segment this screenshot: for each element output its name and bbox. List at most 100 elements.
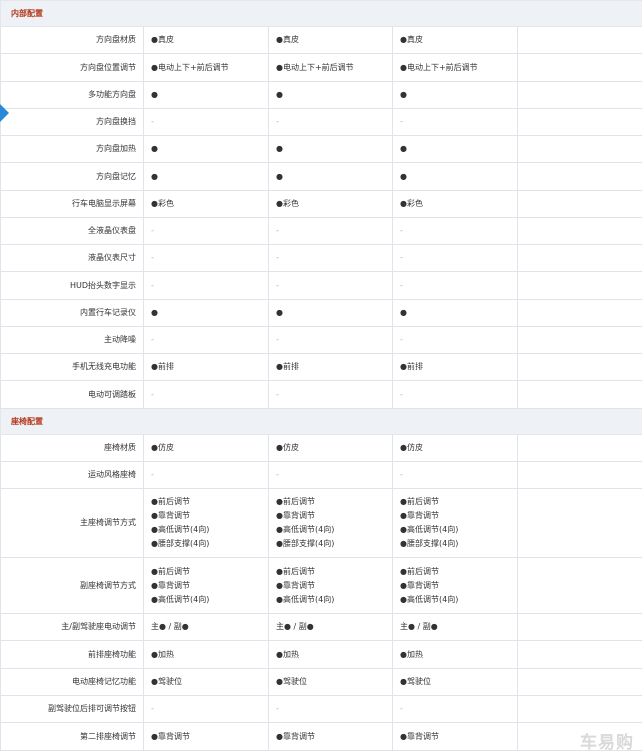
value-cell: ● bbox=[268, 81, 393, 109]
value-cell bbox=[516, 488, 642, 558]
value-cell bbox=[516, 108, 642, 136]
value-cell bbox=[516, 640, 642, 669]
value-cell: - bbox=[143, 461, 269, 489]
value-cell: - bbox=[268, 326, 393, 354]
value-line: ●靠背调节 bbox=[151, 511, 190, 520]
row-label: 方向盘换挡 bbox=[0, 108, 144, 136]
value-line: ●前后调节 bbox=[151, 566, 190, 576]
row-label: 行车电脑显示屏幕 bbox=[0, 190, 144, 218]
value-cell: - bbox=[268, 695, 393, 723]
row-label: 方向盘记忆 bbox=[0, 162, 144, 191]
value-line: ●腰部支撑(4向) bbox=[276, 539, 335, 548]
table-row: 第二排座椅调节 ●靠背调节 ●靠背调节 ●靠背调节 bbox=[0, 722, 642, 751]
value-cell bbox=[516, 299, 642, 327]
table-row: 方向盘材质 ●真皮 ●真皮 ●真皮 bbox=[0, 26, 642, 54]
table-row: 电动可调踏板 - - - bbox=[0, 380, 642, 409]
value-line: ●高低调节(4向) bbox=[276, 525, 335, 534]
value-line: ●前后调节 bbox=[276, 566, 315, 576]
table-row: HUD抬头数字显示 - - - bbox=[0, 271, 642, 300]
value-cell: - bbox=[143, 380, 269, 409]
value-cell bbox=[516, 162, 642, 191]
row-label: 电动座椅记忆功能 bbox=[0, 668, 144, 696]
value-cell bbox=[516, 668, 642, 696]
table-row: 行车电脑显示屏幕 ●彩色 ●彩色 ●彩色 bbox=[0, 190, 642, 218]
row-label: 主座椅调节方式 bbox=[0, 488, 144, 558]
row-label: HUD抬头数字显示 bbox=[0, 271, 144, 300]
table-row: 方向盘换挡 - - - bbox=[0, 108, 642, 136]
value-cell: ● bbox=[392, 299, 518, 327]
row-label: 运动风格座椅 bbox=[0, 461, 144, 489]
value-line: ●高低调节(4向) bbox=[400, 525, 459, 534]
value-cell: - bbox=[268, 380, 393, 409]
value-cell: - bbox=[392, 244, 518, 272]
value-line: ●高低调节(4向) bbox=[151, 525, 210, 534]
table-row: 主座椅调节方式 ●前后调节 ●靠背调节 ●高低调节(4向) ●腰部支撑(4向) ●前后调节… bbox=[0, 488, 642, 558]
value-cell bbox=[516, 26, 642, 54]
value-cell: 主● / 副● bbox=[143, 613, 269, 641]
value-cell: - bbox=[392, 380, 518, 409]
value-cell bbox=[516, 135, 642, 163]
row-label: 方向盘加热 bbox=[0, 135, 144, 163]
row-label: 座椅材质 bbox=[0, 434, 144, 462]
value-cell: - bbox=[143, 244, 269, 272]
value-cell: ●彩色 bbox=[392, 190, 518, 218]
section-header: 座椅配置 bbox=[0, 408, 642, 435]
value-cell: ●驾驶位 bbox=[268, 668, 393, 696]
value-cell: ●仿皮 bbox=[143, 434, 269, 462]
row-label: 电动可调踏板 bbox=[0, 380, 144, 409]
value-cell bbox=[516, 353, 642, 381]
table-row: 内置行车记录仪 ● ● ● bbox=[0, 299, 642, 327]
value-cell: ●加热 bbox=[143, 640, 269, 669]
value-cell: ● bbox=[268, 135, 393, 163]
value-cell: ●前后调节 ●靠背调节 ●高低调节(4向) bbox=[268, 557, 393, 614]
value-cell: - bbox=[268, 271, 393, 300]
row-label: 方向盘位置调节 bbox=[0, 53, 144, 82]
value-cell bbox=[516, 53, 642, 82]
value-line: ●腰部支撑(4向) bbox=[400, 539, 459, 548]
row-label: 副驾驶位后排可调节按钮 bbox=[0, 695, 144, 723]
row-label: 多功能方向盘 bbox=[0, 81, 144, 109]
value-cell bbox=[516, 695, 642, 723]
value-cell: - bbox=[392, 217, 518, 245]
value-cell: ●前后调节 ●靠背调节 ●高低调节(4向) ●腰部支撑(4向) bbox=[143, 488, 269, 558]
value-cell: ●靠背调节 bbox=[268, 722, 393, 751]
value-line: ●靠背调节 bbox=[400, 511, 439, 520]
value-cell: ●仿皮 bbox=[268, 434, 393, 462]
table-row: 方向盘加热 ● ● ● bbox=[0, 135, 642, 163]
value-line: ●靠背调节 bbox=[276, 511, 315, 520]
watermark-logo: 车易购 bbox=[580, 733, 634, 753]
value-cell: ●真皮 bbox=[143, 26, 269, 54]
value-cell: - bbox=[143, 271, 269, 300]
config-table: 内部配置 方向盘材质 ●真皮 ●真皮 ●真皮 方向盘位置调节 ●电动上下+前后调节 ●电动上下… bbox=[0, 0, 642, 751]
table-row: 全液晶仪表盘 - - - bbox=[0, 217, 642, 245]
table-row: 主/副驾驶座电动调节 主● / 副● 主● / 副● 主● / 副● bbox=[0, 613, 642, 641]
row-label: 主/副驾驶座电动调节 bbox=[0, 613, 144, 641]
row-label: 第二排座椅调节 bbox=[0, 722, 144, 751]
value-cell: - bbox=[392, 271, 518, 300]
value-cell: ●彩色 bbox=[268, 190, 393, 218]
value-cell: 主● / 副● bbox=[392, 613, 518, 641]
value-cell: ●前排 bbox=[392, 353, 518, 381]
section-header: 内部配置 bbox=[0, 0, 642, 27]
section-title: 内部配置 bbox=[0, 0, 642, 27]
value-line: ●高低调节(4向) bbox=[400, 594, 459, 604]
value-cell: - bbox=[268, 217, 393, 245]
value-cell: ●驾驶位 bbox=[143, 668, 269, 696]
table-row: 多功能方向盘 ● ● ● bbox=[0, 81, 642, 109]
value-line: ●高低调节(4向) bbox=[276, 594, 335, 604]
value-cell: ● bbox=[268, 299, 393, 327]
value-cell bbox=[516, 190, 642, 218]
value-cell bbox=[516, 271, 642, 300]
expand-arrow-icon[interactable] bbox=[0, 104, 9, 122]
value-cell: ●靠背调节 bbox=[143, 722, 269, 751]
value-cell bbox=[516, 557, 642, 614]
row-label: 全液晶仪表盘 bbox=[0, 217, 144, 245]
value-cell: - bbox=[392, 695, 518, 723]
value-cell: - bbox=[143, 695, 269, 723]
value-line: ●前后调节 bbox=[151, 497, 190, 506]
value-cell: ●电动上下+前后调节 bbox=[143, 53, 269, 82]
value-cell: ●前排 bbox=[143, 353, 269, 381]
value-cell: ●加热 bbox=[268, 640, 393, 669]
value-line: ●靠背调节 bbox=[276, 580, 315, 590]
value-cell: ●彩色 bbox=[143, 190, 269, 218]
